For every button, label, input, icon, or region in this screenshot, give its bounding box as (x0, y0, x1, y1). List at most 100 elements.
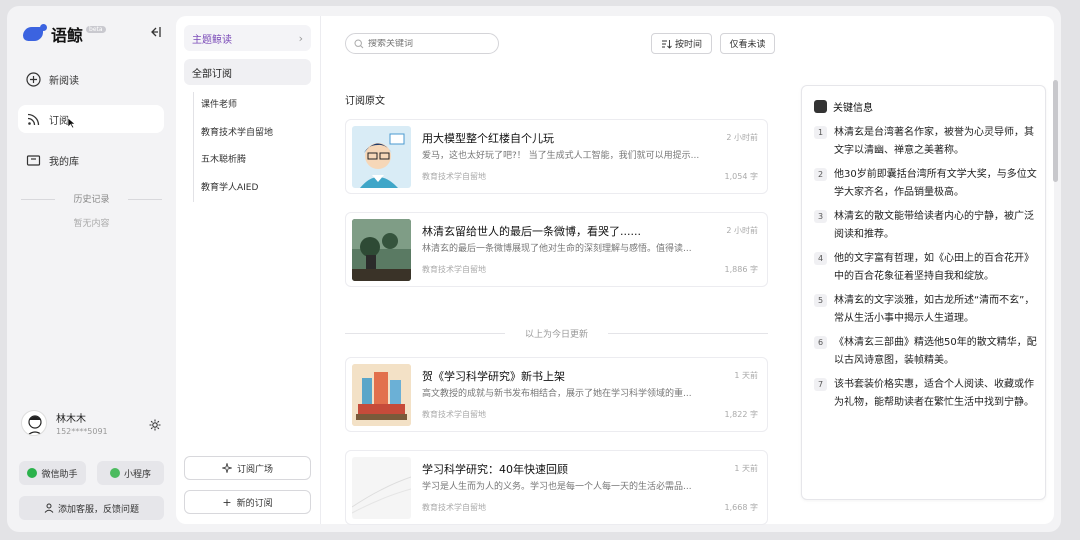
nav-new-read[interactable]: 新阅读 (18, 65, 164, 93)
article-card[interactable]: 用大模型整个红楼自个儿玩 2 小时前 爱马，这也太好玩了吧?！ 当了生成式人工智… (345, 119, 768, 194)
section-title: 订阅原文 (345, 96, 385, 107)
library-icon (26, 154, 41, 166)
article-word-count: 1,668 字 (724, 503, 758, 512)
article-card[interactable]: 林清玄留给世人的最后一条微博，看哭了...... 2 小时前 林清玄的最后一条微… (345, 212, 768, 287)
key-info-list: 1 林清玄是台湾著名作家，被誉为心灵导师，其文字以清幽、禅意之美著称。 2 他30岁… (814, 124, 1038, 418)
search-box[interactable] (345, 33, 499, 54)
subscription-item[interactable]: 课件老师 (201, 92, 273, 120)
article-card[interactable]: 贺《学习科学研究》新书上架 1 天前 高文教授的成就与新书发布相结合，展示了她在… (345, 357, 768, 432)
item-number: 7 (814, 378, 827, 391)
today-updates-divider: 以上为今日更新 (345, 327, 768, 340)
article-title: 用大模型整个红楼自个儿玩 (422, 132, 554, 145)
article-summary: 学习是人生而为人的义务。学习也是每一个人每一天的生活必需品... (422, 482, 692, 492)
plus-circle-icon (26, 71, 41, 87)
miniprogram-label: 小程序 (123, 469, 151, 480)
article-summary: 林清玄的最后一条微博展现了他对生命的深刻理解与感悟。值得读... (422, 244, 692, 254)
chevron-right-icon: › (298, 31, 303, 45)
key-info-icon (814, 100, 827, 113)
article-time: 1 天前 (734, 464, 758, 473)
person-icon (44, 503, 54, 513)
nav-library-label: 我的库 (49, 156, 79, 168)
key-info-text: 他30岁前即囊括台湾所有文学大奖，与多位文学大家齐名，作品销量极高。 (834, 169, 1037, 198)
all-subscriptions-button[interactable]: 全部订阅 (184, 59, 311, 85)
search-input[interactable] (368, 38, 488, 49)
new-subscription-button[interactable]: + 新的订阅 (184, 490, 311, 514)
nav-subscribe-label: 订阅 (49, 115, 69, 127)
key-info-item: 1 林清玄是台湾著名作家，被誉为心灵导师，其文字以清幽、禅意之美著称。 (814, 124, 1038, 159)
key-info-item: 2 他30岁前即囊括台湾所有文学大奖，与多位文学大家齐名，作品销量极高。 (814, 166, 1038, 201)
key-info-text: 该书套装价格实惠，适合个人阅读、收藏或作为礼物，能帮助读者在繁忙生活中找到宁静。 (834, 379, 1034, 408)
key-info-text: 林清玄的文字淡雅，如古龙所述“清而不玄”，常从生活小事中揭示人生道理。 (834, 295, 1035, 324)
key-info-title: 关键信息 (833, 103, 873, 114)
item-number: 5 (814, 294, 827, 307)
wechat-assistant-button[interactable]: 微信助手 (19, 461, 86, 485)
miniprogram-button[interactable]: 小程序 (97, 461, 164, 485)
article-word-count: 1,886 字 (724, 265, 758, 274)
search-icon (354, 38, 364, 48)
nav-subscribe[interactable]: 订阅 (18, 105, 164, 133)
all-subscriptions-label: 全部订阅 (192, 68, 232, 80)
item-number: 1 (814, 126, 827, 139)
whale-logo-icon (23, 24, 47, 41)
subscription-item[interactable]: 五木聪析腾 (201, 147, 273, 175)
key-info-item: 7 该书套装价格实惠，适合个人阅读、收藏或作为礼物，能帮助读者在繁忙生活中找到宁静… (814, 376, 1038, 411)
user-phone: 152****5091 (56, 427, 108, 436)
article-thumbnail (352, 126, 411, 188)
article-source: 教育技术学自留地 (422, 503, 486, 512)
new-subscription-label: 新的订阅 (236, 498, 273, 509)
subscription-square-label: 订阅广场 (236, 464, 273, 475)
sidebar: 语鲸 beta 新阅读 订阅 我的库 历史记录 暂无内容 林木木 152****… (7, 6, 176, 532)
history-divider-right (128, 199, 162, 200)
article-card[interactable]: 学习科学研究：40年快速回顾 1 天前 学习是人生而为人的义务。学习也是每一个人… (345, 450, 768, 525)
unread-only-button[interactable]: 仅看未读 (720, 33, 775, 54)
subscription-square-button[interactable]: 订阅广场 (184, 456, 311, 480)
item-number: 2 (814, 168, 827, 181)
wechat-icon (27, 468, 38, 478)
user-name: 林木木 (56, 414, 86, 425)
sort-by-time-button[interactable]: 按时间 (651, 33, 712, 54)
item-number: 4 (814, 252, 827, 265)
feedback-button[interactable]: 添加客服，反馈问题 (19, 496, 164, 520)
app-window: 语鲸 beta 新阅读 订阅 我的库 历史记录 暂无内容 林木木 152****… (7, 6, 1061, 532)
item-number: 3 (814, 210, 827, 223)
article-source: 教育技术学自留地 (422, 172, 486, 181)
user-profile[interactable]: 林木木 152****5091 (21, 410, 108, 436)
theme-reading-label: 主题鲸读 (192, 34, 232, 46)
history-empty-text: 暂无内容 (73, 219, 110, 229)
beta-badge: beta (86, 25, 106, 33)
subscription-item[interactable]: 教育学人AIED (201, 175, 273, 203)
article-summary: 高文教授的成就与新书发布相结合，展示了她在学习科学领域的重... (422, 389, 692, 399)
app-name: 语鲸 (51, 26, 84, 45)
rss-icon (27, 113, 40, 125)
subscription-list: 课件老师 教育技术学自留地 五木聪析腾 教育学人AIED (193, 92, 273, 202)
nav-new-read-label: 新阅读 (49, 75, 79, 87)
gear-icon[interactable] (148, 418, 162, 432)
unread-only-label: 仅看未读 (729, 40, 766, 50)
app-logo: 语鲸 beta (23, 22, 106, 46)
key-info-item: 6 《林清玄三部曲》精选他50年的散文精华，配以古风诗意图，装帧精美。 (814, 334, 1038, 369)
article-time: 1 天前 (734, 371, 758, 380)
scrollbar[interactable] (1053, 80, 1058, 182)
article-title: 贺《学习科学研究》新书上架 (422, 370, 565, 383)
plus-icon: + (222, 495, 232, 509)
article-title: 学习科学研究：40年快速回顾 (422, 463, 568, 476)
key-info-header: 关键信息 (814, 99, 873, 114)
key-info-item: 4 他的文字富有哲理，如《心田上的百合花开》中的百合花象征着坚持自我和绽放。 (814, 250, 1038, 285)
article-thumbnail (352, 219, 411, 281)
miniprogram-icon (109, 468, 120, 478)
theme-reading-button[interactable]: 主题鲸读 › (184, 25, 311, 51)
article-title: 林清玄留给世人的最后一条微博，看哭了...... (422, 225, 641, 238)
article-thumbnail (352, 457, 411, 519)
key-info-panel: 关键信息 1 林清玄是台湾著名作家，被誉为心灵导师，其文字以清幽、禅意之美著称。 … (801, 85, 1046, 500)
wechat-assistant-label: 微信助手 (41, 469, 78, 480)
sort-icon (661, 39, 672, 49)
subscription-item[interactable]: 教育技术学自留地 (201, 120, 273, 148)
collapse-sidebar-icon[interactable] (148, 25, 162, 39)
feedback-label: 添加客服，反馈问题 (57, 504, 139, 515)
nav-library[interactable]: 我的库 (18, 146, 164, 174)
key-info-item: 5 林清玄的文字淡雅，如古龙所述“清而不玄”，常从生活小事中揭示人生道理。 (814, 292, 1038, 327)
sparkle-icon (221, 463, 232, 473)
article-thumbnail (352, 364, 411, 426)
key-info-item: 3 林清玄的散文能带给读者内心的宁静，被广泛阅读和推荐。 (814, 208, 1038, 243)
mouse-cursor-icon (67, 117, 76, 129)
